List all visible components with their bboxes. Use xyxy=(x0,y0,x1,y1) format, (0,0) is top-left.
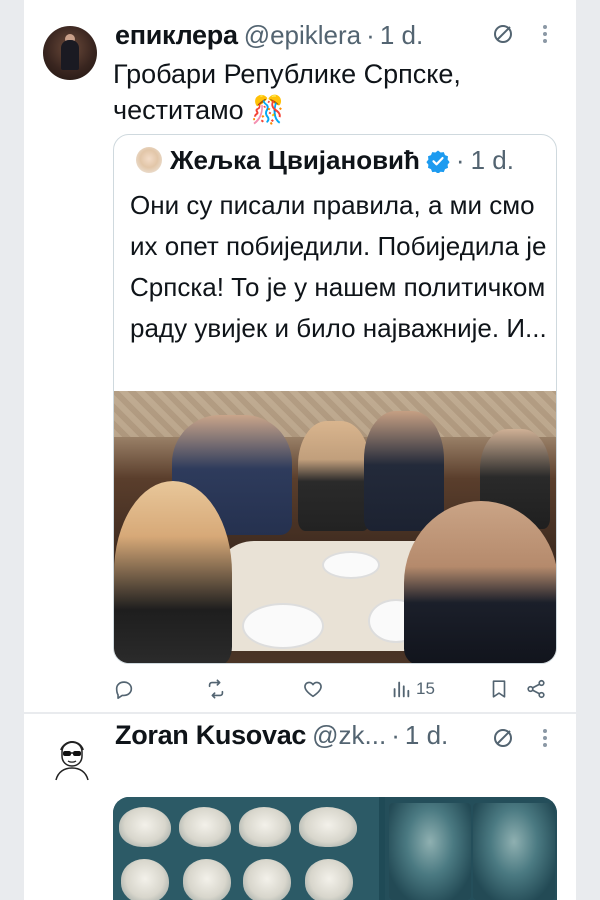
separator-dot: · xyxy=(366,20,375,50)
author-handle[interactable]: @epiklera xyxy=(244,20,361,51)
tweet-timestamp[interactable]: 1 d. xyxy=(380,20,423,51)
photo-person xyxy=(404,501,556,663)
bookmark-button[interactable] xyxy=(488,675,510,703)
like-button[interactable] xyxy=(302,675,328,703)
skulls-panel xyxy=(113,797,379,900)
photo-person xyxy=(298,421,370,531)
quoted-tweet-text: Они су писали правила, а ми смо их опет … xyxy=(130,190,547,343)
group-selfie-photo[interactable] xyxy=(114,391,556,663)
tweet-card[interactable]: епиклера @epiklera · 1 d. Гробари Републ… xyxy=(24,0,576,712)
quoted-author-avatar xyxy=(136,147,162,173)
views-button[interactable]: 15 xyxy=(390,675,435,703)
quoted-tweet-timestamp: 1 d. xyxy=(470,145,514,175)
photo-plate xyxy=(322,551,380,579)
tweet-timestamp[interactable]: 1 d. xyxy=(405,720,448,751)
portraits-panel xyxy=(385,797,557,900)
verified-badge-icon xyxy=(426,150,450,173)
bookmark-icon xyxy=(492,680,506,698)
retweet-button[interactable] xyxy=(205,675,231,703)
quoted-author-name: Жељка Цвијановић xyxy=(170,145,420,175)
author-name[interactable]: епиклера xyxy=(115,20,238,51)
photo-person xyxy=(364,411,444,531)
more-options-icon[interactable] xyxy=(542,22,548,44)
heart-icon xyxy=(304,681,322,698)
views-count: 15 xyxy=(416,679,435,698)
tweet-actions-bar: 15 xyxy=(24,675,576,703)
quoted-tweet-header: Жељка Цвијановић · 1 d. xyxy=(170,145,514,176)
author-avatar[interactable] xyxy=(43,26,97,80)
share-button[interactable] xyxy=(525,675,547,703)
skull-shape xyxy=(243,859,291,900)
portrait-shape xyxy=(473,803,555,900)
share-icon xyxy=(527,679,545,699)
tweet-card[interactable]: Zoran Kusovac @zk... · 1 d. xyxy=(24,714,576,900)
skull-shape xyxy=(179,807,231,847)
skull-shape xyxy=(183,859,231,900)
avatar-figure-shape xyxy=(61,40,79,70)
photo-person xyxy=(114,481,232,663)
skull-shape xyxy=(299,807,357,847)
tweet-text: Гробари Републике Српске, честитамо 🎊 xyxy=(113,59,461,125)
reply-icon xyxy=(115,681,133,699)
author-name[interactable]: Zoran Kusovac xyxy=(115,720,306,751)
retweet-icon xyxy=(208,679,224,699)
mute-conversation-icon[interactable] xyxy=(491,22,515,46)
views-icon xyxy=(393,681,410,698)
skulls-and-portraits-image[interactable] xyxy=(113,797,557,900)
skull-shape xyxy=(119,807,171,847)
reply-button[interactable] xyxy=(113,675,139,703)
quoted-tweet[interactable]: Жељка Цвијановић · 1 d. Они су писали пр… xyxy=(113,134,557,664)
separator-dot: · xyxy=(455,145,465,175)
more-options-icon[interactable] xyxy=(542,726,548,748)
cartoon-avatar[interactable] xyxy=(48,736,96,784)
skull-shape xyxy=(239,807,291,847)
tweet-header: Zoran Kusovac @zk... · 1 d. xyxy=(115,720,448,751)
skull-shape xyxy=(121,859,169,900)
photo-plate xyxy=(242,603,324,649)
portrait-shape xyxy=(389,803,471,900)
tweet-header: епиклера @epiklera · 1 d. xyxy=(115,20,423,51)
mute-conversation-icon[interactable] xyxy=(491,726,515,750)
separator-dot: · xyxy=(391,720,400,750)
skull-shape xyxy=(305,859,353,900)
author-handle[interactable]: @zk... xyxy=(312,720,386,751)
